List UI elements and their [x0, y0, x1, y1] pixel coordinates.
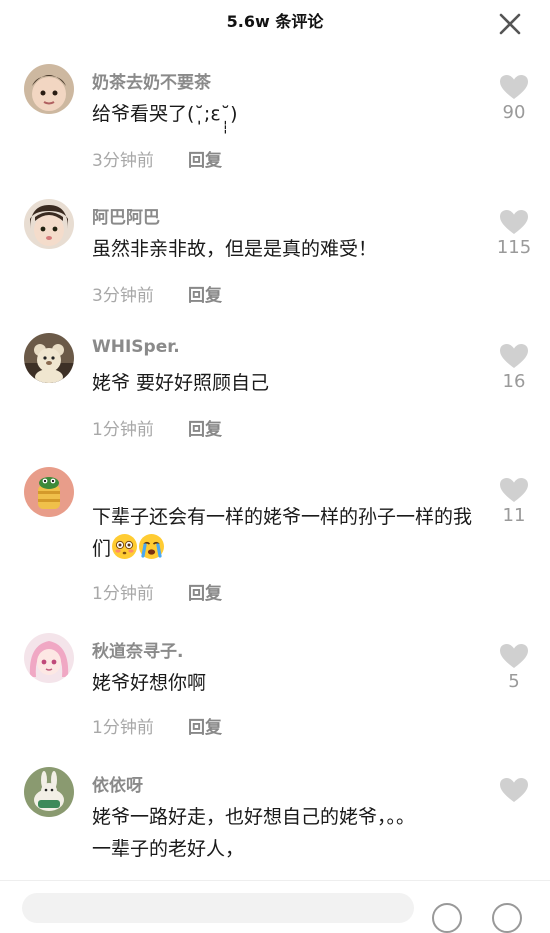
reply-button[interactable]: 回复 — [188, 579, 222, 604]
heart-icon — [500, 644, 528, 668]
comment-username[interactable]: 依依呀 — [92, 771, 143, 796]
crying-face-emoji — [138, 533, 165, 560]
like-count: 90 — [502, 102, 526, 123]
comment-time: 1分钟前 — [92, 420, 154, 440]
comment-text: 姥爷 要好好照顾自己 — [92, 372, 270, 394]
reply-button[interactable]: 回复 — [188, 713, 222, 738]
rabbit-avatar[interactable] — [24, 767, 74, 817]
comment-time: 1分钟前 — [92, 718, 154, 738]
comment-text: 给爷看哭了(˘̩̩̩;ε˘̩̩̩) — [92, 103, 238, 125]
anime-girl-avatar[interactable] — [24, 633, 74, 683]
reply-button[interactable]: 回复 — [188, 146, 222, 171]
like-count: 16 — [502, 371, 526, 392]
like-button[interactable]: 115 — [496, 209, 532, 258]
comment-time: 3分钟前 — [92, 151, 154, 171]
comment-text: 下辈子还会有一样的姥爷一样的孙子一样的我们 — [92, 501, 472, 565]
comment-input[interactable] — [22, 893, 414, 923]
comment-count-title: 5.6w 条评论 — [226, 12, 324, 31]
like-button[interactable]: 11 — [496, 477, 532, 526]
comments-header: 5.6w 条评论 — [0, 0, 550, 40]
close-icon[interactable] — [497, 11, 523, 37]
comment-text: 虽然非亲非故，但是是真的难受！ — [92, 238, 378, 260]
baby-avatar[interactable] — [24, 64, 74, 114]
like-button[interactable]: 16 — [496, 343, 532, 392]
comment-username[interactable]: 奶茶去奶不要茶 — [92, 68, 211, 93]
heart-icon — [500, 478, 528, 502]
like-count: 115 — [496, 237, 532, 258]
like-count: 5 — [508, 671, 520, 692]
heart-icon — [500, 210, 528, 234]
comment-username[interactable]: 秋道奈寻子. — [92, 637, 183, 662]
like-button[interactable]: 5 — [496, 643, 532, 692]
at-mention-icon[interactable] — [432, 903, 462, 933]
like-button[interactable]: 90 — [496, 74, 532, 123]
flushed-face-emoji — [111, 533, 138, 560]
like-button[interactable] — [496, 777, 532, 805]
reply-button[interactable]: 回复 — [188, 415, 222, 440]
comment-text: 姥爷一路好走，也好想自己的姥爷，。。一辈子的老好人， — [92, 806, 416, 860]
comment-username[interactable]: WHISper. — [92, 337, 180, 357]
teddy-bear-avatar[interactable] — [24, 333, 74, 383]
reply-button[interactable]: 回复 — [188, 281, 222, 306]
heart-icon — [500, 344, 528, 368]
comment-input-bar — [0, 880, 550, 933]
child-avatar[interactable] — [24, 199, 74, 249]
comment-username[interactable]: 阿巴阿巴 — [92, 203, 160, 228]
comment-time: 3分钟前 — [92, 286, 154, 306]
heart-icon — [500, 75, 528, 99]
comment-time: 1分钟前 — [92, 584, 154, 604]
emoji-icon[interactable] — [492, 903, 522, 933]
comment-text: 姥爷好想你啊 — [92, 672, 207, 694]
heart-icon — [500, 778, 528, 802]
cartoon-avatar[interactable] — [24, 467, 74, 517]
like-count: 11 — [502, 505, 526, 526]
